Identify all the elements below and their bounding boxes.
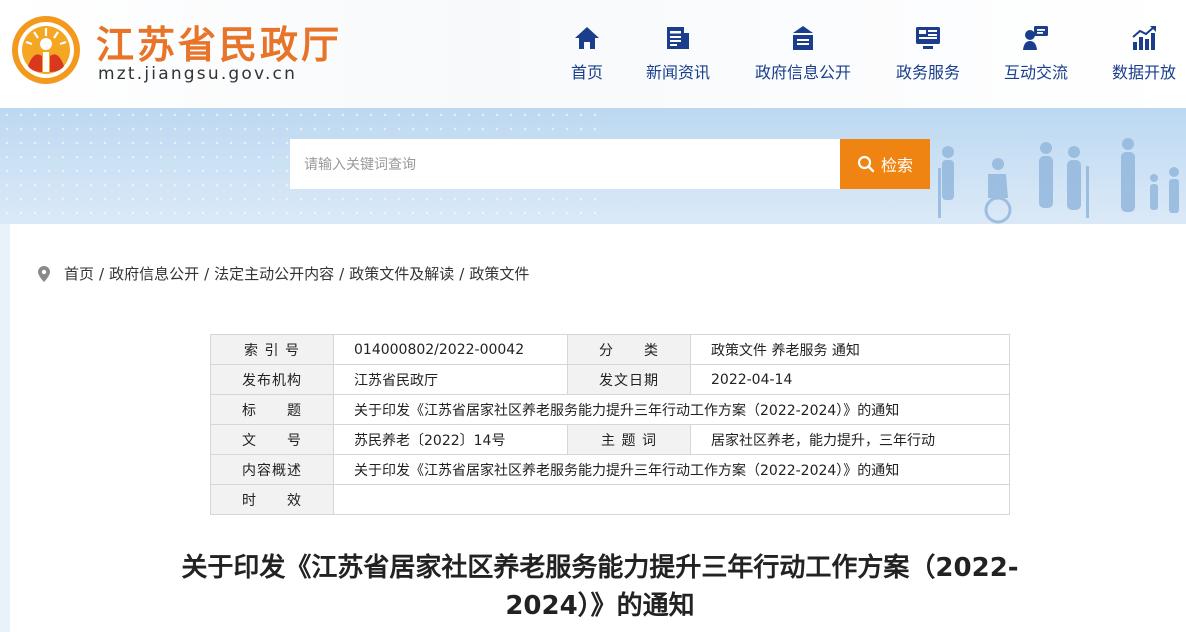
- table-row: 发布机构 江苏省民政厅 发文日期 2022-04-14: [210, 364, 1010, 395]
- ministry-logo-icon[interactable]: [10, 14, 82, 86]
- nav-item-home[interactable]: 首页: [570, 24, 604, 83]
- category-value: 政策文件 养老服务 通知: [690, 334, 1010, 365]
- search-button[interactable]: 检索: [840, 139, 930, 189]
- breadcrumb-separator: /: [339, 264, 345, 283]
- subject-label: 主 题 词: [567, 424, 691, 455]
- nav-item-label: 政府信息公开: [754, 63, 851, 82]
- home-icon: [575, 27, 599, 49]
- docno-value: 苏民养老〔2022〕14号: [333, 424, 568, 455]
- nav-item-service[interactable]: 政务服务: [894, 24, 962, 83]
- category-label: 分 类: [567, 334, 691, 365]
- main-content: 首页 / 政府信息公开 / 法定主动公开内容 / 政策文件及解读 / 政策文件 …: [10, 224, 1186, 632]
- site-header: 江苏省民政厅 mzt.jiangsu.gov.cn 首页 新闻资讯 政府信息公开…: [0, 0, 1186, 108]
- breadcrumb-separator: /: [459, 264, 465, 283]
- nav-item-label: 数据开放: [1111, 63, 1176, 82]
- validity-value: [333, 484, 1010, 515]
- breadcrumb-home[interactable]: 首页: [64, 263, 94, 284]
- index-value: 014000802/2022-00042: [333, 334, 568, 365]
- table-row: 文 号 苏民养老〔2022〕14号 主 题 词 居家社区养老，能力提升，三年行动: [210, 424, 1010, 455]
- table-row: 时 效: [210, 484, 1010, 515]
- issuer-value: 江苏省民政厅: [333, 364, 568, 395]
- search-banner: 检索: [0, 108, 1186, 224]
- table-row: 索 引 号 014000802/2022-00042 分 类 政策文件 养老服务…: [210, 334, 1010, 365]
- document-metadata-table: 索 引 号 014000802/2022-00042 分 类 政策文件 养老服务…: [210, 334, 1010, 515]
- docno-label: 文 号: [210, 424, 334, 455]
- nav-item-label: 政务服务: [895, 63, 960, 82]
- article-title: 关于印发《江苏省居家社区养老服务能力提升三年行动工作方案（2022- 2024）…: [130, 549, 1070, 625]
- main-nav: 首页 新闻资讯 政府信息公开 政务服务 互动交流 数据开放: [548, 0, 1186, 108]
- issuer-label: 发布机构: [210, 364, 334, 395]
- breadcrumb-gov-info[interactable]: 政府信息公开: [109, 263, 199, 284]
- news-icon: [667, 27, 689, 49]
- nav-item-label: 首页: [570, 63, 603, 82]
- elderly-people-illustration-icon: [938, 138, 1179, 224]
- nav-item-data[interactable]: 数据开放: [1110, 24, 1178, 83]
- subject-value: 居家社区养老，能力提升，三年行动: [690, 424, 1010, 455]
- nav-item-label: 新闻资讯: [645, 63, 710, 82]
- table-row: 内容概述 关于印发《江苏省居家社区养老服务能力提升三年行动工作方案（2022-2…: [210, 454, 1010, 485]
- data-icon: [1132, 26, 1156, 50]
- location-pin-icon: [38, 265, 50, 282]
- article-title-line: 2024）》的通知: [505, 591, 695, 621]
- date-label: 发文日期: [567, 364, 691, 395]
- validity-label: 时 效: [210, 484, 334, 515]
- title-value: 关于印发《江苏省居家社区养老服务能力提升三年行动工作方案（2022-2024）》…: [333, 394, 1010, 425]
- table-row: 标 题 关于印发《江苏省居家社区养老服务能力提升三年行动工作方案（2022-20…: [210, 394, 1010, 425]
- summary-label: 内容概述: [210, 454, 334, 485]
- breadcrumb-policy-docs[interactable]: 政策文件: [469, 263, 529, 284]
- breadcrumb-separator: /: [99, 264, 105, 283]
- site-title: 江苏省民政厅: [96, 23, 343, 67]
- nav-item-gov-info[interactable]: 政府信息公开: [752, 24, 854, 83]
- breadcrumb-legal-disclosure[interactable]: 法定主动公开内容: [214, 263, 334, 284]
- breadcrumb-separator: /: [204, 264, 210, 283]
- breadcrumb-policy-docs-interpretation[interactable]: 政策文件及解读: [349, 263, 454, 284]
- date-value: 2022-04-14: [690, 364, 1010, 395]
- title-label: 标 题: [210, 394, 334, 425]
- search-input[interactable]: [290, 139, 840, 189]
- search-icon: [857, 155, 875, 173]
- service-icon: [916, 27, 940, 49]
- site-domain: mzt.jiangsu.gov.cn: [98, 64, 298, 84]
- nav-item-interact[interactable]: 互动交流: [1002, 24, 1070, 83]
- nav-item-news[interactable]: 新闻资讯: [644, 24, 712, 83]
- interact-icon: [1023, 26, 1048, 50]
- breadcrumb: 首页 / 政府信息公开 / 法定主动公开内容 / 政策文件及解读 / 政策文件: [38, 263, 529, 284]
- summary-value: 关于印发《江苏省居家社区养老服务能力提升三年行动工作方案（2022-2024）》…: [333, 454, 1010, 485]
- search-button-label: 检索: [880, 156, 913, 175]
- article-title-line: 关于印发《江苏省居家社区养老服务能力提升三年行动工作方案（2022-: [181, 553, 1019, 583]
- gov-info-icon: [793, 26, 813, 50]
- nav-item-label: 互动交流: [1003, 63, 1068, 82]
- index-label: 索 引 号: [210, 334, 334, 365]
